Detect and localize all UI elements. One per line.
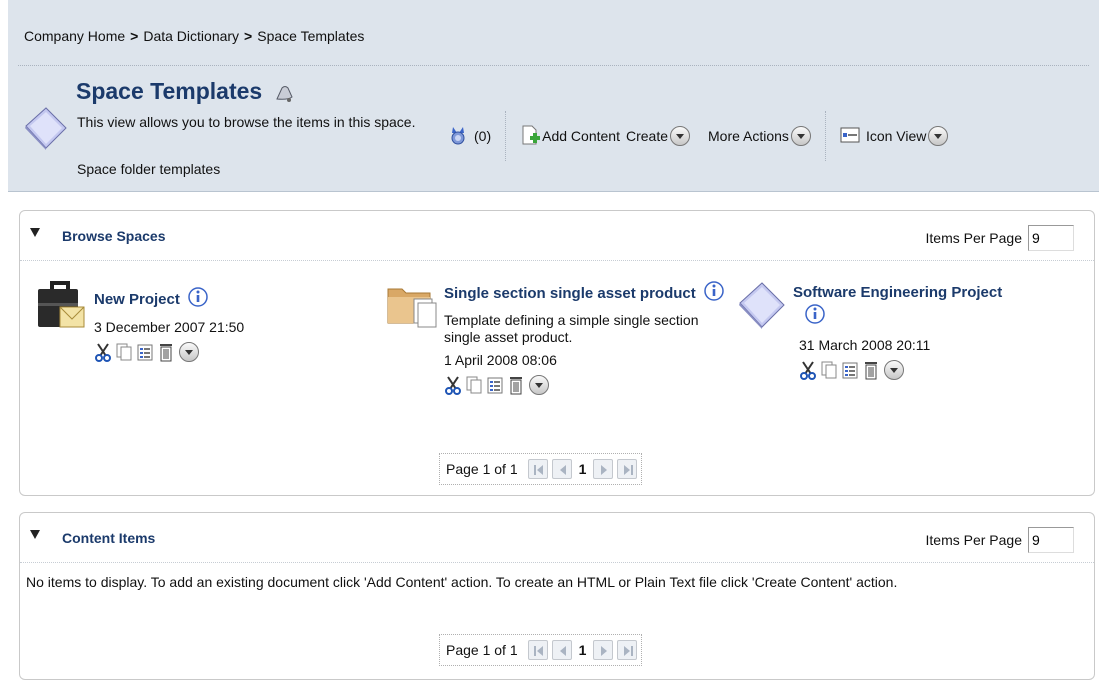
add-content-icon bbox=[520, 124, 542, 149]
more-actions-label: More Actions bbox=[708, 128, 789, 144]
current-page: 1 bbox=[578, 461, 587, 477]
icon-view-icon bbox=[840, 127, 860, 146]
chevron-down-icon bbox=[928, 126, 949, 146]
last-page-icon[interactable] bbox=[617, 459, 638, 479]
chevron-down-icon bbox=[790, 126, 811, 146]
browse-spaces-header: Browse Spaces Items Per Page bbox=[20, 211, 1094, 261]
cut-icon[interactable] bbox=[94, 342, 112, 362]
items-per-page-label: Items Per Page bbox=[925, 230, 1023, 246]
title-row: Space Templates bbox=[76, 78, 294, 106]
page-label: Page 1 of 1 bbox=[446, 461, 518, 477]
chevron-down-icon bbox=[670, 126, 690, 146]
pagination: Page 1 of 1 1 bbox=[439, 453, 643, 485]
space-item: New Project 3 December 2007 21:50 bbox=[94, 287, 354, 362]
briefcase-icon[interactable] bbox=[36, 279, 86, 336]
info-icon[interactable] bbox=[805, 304, 825, 327]
space-item: Software Engineering Project 31 March 20… bbox=[793, 281, 1083, 380]
space-item-description: Template defining a simple single sectio… bbox=[444, 312, 699, 345]
prev-page-icon[interactable] bbox=[551, 640, 572, 660]
next-page-icon[interactable] bbox=[593, 640, 614, 660]
content-items-title: Content Items bbox=[62, 530, 156, 546]
delete-icon[interactable] bbox=[862, 360, 880, 380]
content-items-header: Content Items Items Per Page bbox=[20, 513, 1094, 563]
browse-spaces-title: Browse Spaces bbox=[62, 228, 166, 244]
space-item-date: 31 March 2008 20:11 bbox=[799, 337, 931, 353]
more-options-icon[interactable] bbox=[884, 360, 904, 380]
space-item-actions bbox=[94, 342, 354, 362]
breadcrumb-company-home[interactable]: Company Home bbox=[24, 28, 125, 44]
create-menu[interactable]: Create bbox=[626, 126, 690, 146]
actions-separator bbox=[505, 111, 507, 161]
rules-button[interactable]: (0) bbox=[448, 125, 491, 148]
copy-icon[interactable] bbox=[465, 375, 483, 395]
items-per-page: Items Per Page bbox=[925, 527, 1074, 553]
more-options-icon[interactable] bbox=[179, 342, 199, 362]
breadcrumb-space-templates[interactable]: Space Templates bbox=[257, 28, 364, 44]
space-item-name[interactable]: Single section single asset product bbox=[444, 285, 696, 302]
header-divider bbox=[18, 65, 1089, 66]
more-options-icon[interactable] bbox=[529, 375, 549, 395]
cut-icon[interactable] bbox=[444, 375, 462, 395]
space-item-date: 3 December 2007 21:50 bbox=[94, 319, 245, 335]
items-per-page-label: Items Per Page bbox=[925, 532, 1023, 548]
breadcrumb: Company Home > Data Dictionary > Space Templ… bbox=[24, 28, 364, 44]
breadcrumb-data-dictionary[interactable]: Data Dictionary bbox=[143, 28, 239, 44]
page-title: Space Templates bbox=[76, 78, 263, 104]
space-description: This view allows you to browse the items… bbox=[77, 114, 416, 130]
page-label: Page 1 of 1 bbox=[446, 642, 518, 658]
details-icon[interactable] bbox=[136, 342, 154, 362]
copy-icon[interactable] bbox=[820, 360, 838, 380]
breadcrumb-separator: > bbox=[130, 28, 139, 44]
add-content-button[interactable]: Add Content bbox=[520, 124, 620, 149]
items-per-page-input[interactable] bbox=[1028, 225, 1074, 251]
space-subdescription: Space folder templates bbox=[77, 161, 221, 177]
create-label: Create bbox=[625, 128, 668, 144]
rules-count: (0) bbox=[474, 128, 492, 144]
next-page-icon[interactable] bbox=[593, 459, 614, 479]
help-bell-icon[interactable] bbox=[274, 85, 294, 106]
content-items-panel: Content Items Items Per Page No items to… bbox=[19, 512, 1095, 680]
details-icon[interactable] bbox=[841, 360, 859, 380]
items-per-page: Items Per Page bbox=[925, 225, 1074, 251]
folder-icon[interactable] bbox=[386, 281, 440, 332]
document-icon bbox=[22, 106, 68, 153]
space-item-actions bbox=[799, 360, 1083, 380]
view-menu[interactable]: Icon View bbox=[840, 126, 949, 146]
breadcrumb-separator: > bbox=[244, 28, 253, 44]
browse-spaces-panel: Browse Spaces Items Per Page New Project… bbox=[19, 210, 1095, 496]
document-icon[interactable] bbox=[736, 281, 786, 332]
cut-icon[interactable] bbox=[799, 360, 817, 380]
actions-separator bbox=[824, 111, 826, 161]
delete-icon[interactable] bbox=[157, 342, 175, 362]
first-page-icon[interactable] bbox=[527, 640, 548, 660]
prev-page-icon[interactable] bbox=[551, 459, 572, 479]
rules-icon bbox=[448, 125, 468, 148]
copy-icon[interactable] bbox=[115, 342, 133, 362]
info-icon[interactable] bbox=[703, 281, 724, 307]
last-page-icon[interactable] bbox=[617, 640, 638, 660]
info-icon[interactable] bbox=[188, 287, 208, 310]
items-per-page-input[interactable] bbox=[1028, 527, 1074, 553]
collapse-triangle-icon[interactable] bbox=[30, 530, 40, 539]
empty-message: No items to display. To add an existing … bbox=[26, 574, 898, 590]
space-item-date: 1 April 2008 08:06 bbox=[444, 352, 557, 368]
collapse-triangle-icon[interactable] bbox=[30, 228, 40, 237]
current-page: 1 bbox=[578, 642, 587, 658]
view-label: Icon View bbox=[865, 128, 927, 144]
space-item-actions bbox=[444, 375, 734, 395]
add-content-label: Add Content bbox=[542, 128, 620, 144]
space-item-name[interactable]: New Project bbox=[94, 291, 180, 308]
space-item: Single section single asset product Temp… bbox=[444, 281, 734, 395]
first-page-icon[interactable] bbox=[527, 459, 548, 479]
more-actions-menu[interactable]: More Actions bbox=[708, 126, 811, 146]
space-item-name[interactable]: Software Engineering Project bbox=[793, 284, 1002, 301]
pagination: Page 1 of 1 1 bbox=[439, 634, 643, 666]
header-bar: Company Home > Data Dictionary > Space Templ… bbox=[8, 0, 1099, 192]
header-actions: (0) Add Content Create More Actions Icon… bbox=[448, 111, 949, 161]
details-icon[interactable] bbox=[486, 375, 504, 395]
delete-icon[interactable] bbox=[507, 375, 525, 395]
